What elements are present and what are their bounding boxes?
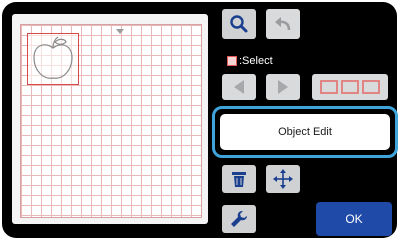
select-label-text: :Select bbox=[239, 55, 273, 67]
magnifier-icon bbox=[230, 15, 248, 33]
object-edit-label: Object Edit bbox=[278, 126, 332, 138]
undo-arrow-icon bbox=[275, 17, 291, 31]
select-indicator: :Select bbox=[227, 55, 273, 67]
mat-center-marker bbox=[116, 29, 124, 34]
settings-button[interactable] bbox=[222, 205, 256, 233]
multi-select-button[interactable] bbox=[312, 74, 388, 100]
zoom-button[interactable] bbox=[222, 9, 256, 39]
undo-button[interactable] bbox=[266, 9, 300, 39]
wrench-icon bbox=[231, 211, 247, 227]
move-arrows-icon bbox=[273, 169, 293, 189]
next-object-button[interactable] bbox=[266, 74, 300, 100]
multi-select-icon bbox=[320, 80, 380, 94]
apple-shape-icon bbox=[33, 36, 73, 79]
ok-button[interactable]: OK bbox=[316, 202, 392, 236]
object-edit-button[interactable]: Object Edit bbox=[220, 114, 390, 150]
select-square-icon bbox=[227, 56, 237, 66]
move-button[interactable] bbox=[266, 165, 300, 193]
selected-object-apple[interactable] bbox=[27, 33, 79, 85]
left-arrow-icon bbox=[234, 80, 244, 94]
right-arrow-icon bbox=[278, 80, 288, 94]
ok-label: OK bbox=[345, 212, 363, 226]
previous-object-button[interactable] bbox=[222, 74, 256, 100]
cutting-mat-grid[interactable] bbox=[20, 24, 202, 218]
trash-icon bbox=[232, 172, 246, 187]
delete-button[interactable] bbox=[222, 165, 256, 193]
mat-preview-area bbox=[12, 14, 208, 224]
device-screen: :Select Object Edit OK bbox=[2, 2, 398, 238]
control-panel: :Select Object Edit OK bbox=[212, 2, 398, 238]
